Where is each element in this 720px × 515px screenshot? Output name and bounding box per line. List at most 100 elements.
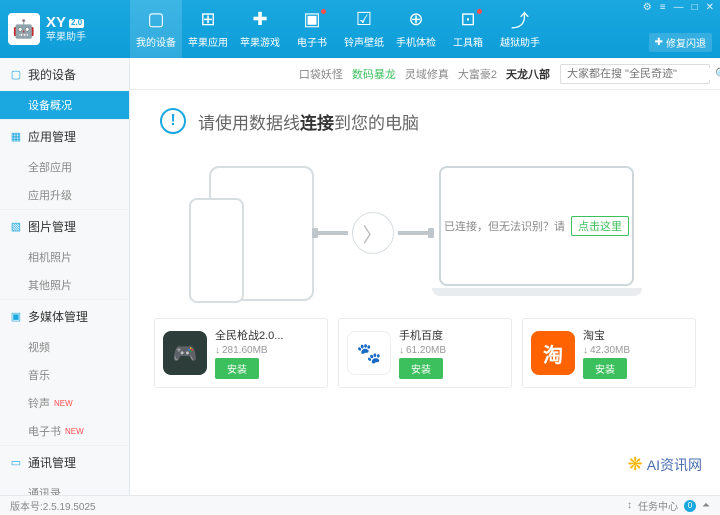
install-button[interactable]: 安装 — [399, 358, 443, 379]
nav-icon: ▢ — [147, 10, 164, 30]
cable-icon — [398, 231, 428, 235]
item-label: 音乐 — [28, 367, 50, 383]
install-button[interactable]: 安装 — [583, 358, 627, 379]
nav-tab-1[interactable]: ⊞苹果应用 — [182, 0, 234, 58]
prompt-text: 请使用数据线连接到您的电脑 — [198, 109, 419, 134]
disconnect-icon: 〉 — [352, 212, 394, 254]
item-label: 电子书 — [28, 423, 61, 439]
new-badge: NEW — [54, 399, 73, 408]
download-icon: ↓ — [583, 345, 588, 356]
logo-icon: 🤖 — [8, 13, 40, 45]
nav-icon: ☑ — [356, 10, 372, 30]
app-icon: 🐾 — [347, 331, 391, 375]
app-name: 手机百度 — [399, 327, 503, 343]
nav-tab-6[interactable]: ⊡ 工具箱 — [442, 0, 494, 58]
content: 口袋妖怪数码暴龙灵域修真大富豪2 天龙八部 🔍 ! 请使用数据线连接到您的电脑 〉 — [130, 58, 720, 495]
nav-icon: ✚ — [252, 10, 267, 30]
minimize-icon[interactable]: — — [674, 2, 684, 13]
repair-button[interactable]: ✚ 修复闪退 — [649, 33, 712, 52]
app-card: 🎮 全民枪战2.0... ↓281.60MB 安装 — [154, 318, 328, 388]
laptop-text: 已连接，但无法识别？请 — [444, 218, 565, 234]
item-label: 相机照片 — [28, 249, 72, 265]
sidebar-item[interactable]: 应用升级 — [0, 181, 129, 209]
search-icon[interactable]: 🔍 — [715, 67, 720, 81]
nav-tab-2[interactable]: ✚ 苹果游戏 — [234, 0, 286, 58]
item-label: 其他照片 — [28, 277, 72, 293]
nav-label: 苹果游戏 — [240, 34, 280, 49]
task-label[interactable]: 任务中心 — [638, 498, 678, 513]
new-badge: NEW — [65, 427, 84, 436]
info-icon: ! — [160, 108, 186, 134]
footer: 版本号:2.5.19.5025 ↕ 任务中心 0 ⏶ — [0, 495, 720, 515]
group-title: 通讯管理 — [28, 454, 76, 471]
app-card: 🐾 手机百度 ↓61.20MB 安装 — [338, 318, 512, 388]
nav-label: 我的设备 — [136, 34, 176, 49]
group-title: 我的设备 — [28, 66, 76, 83]
nav-icon: ⊡ — [460, 10, 475, 30]
laptop-screen: 已连接，但无法识别？请 点击这里 — [439, 166, 634, 286]
sidebar-head-2[interactable]: ▧图片管理 — [0, 210, 129, 243]
app-icon: 淘 — [531, 331, 575, 375]
tag-link[interactable]: 天龙八部 — [506, 66, 550, 82]
prompt: ! 请使用数据线连接到您的电脑 — [150, 102, 700, 148]
sidebar-item[interactable]: 音乐 — [0, 361, 129, 389]
sidebar-head-4[interactable]: ▭通讯管理 — [0, 446, 129, 479]
group-title: 多媒体管理 — [28, 308, 88, 325]
install-button[interactable]: 安装 — [215, 358, 259, 379]
expand-icon[interactable]: ⏶ — [702, 500, 710, 511]
app-name: 淘宝 — [583, 327, 687, 343]
sidebar-item[interactable]: 视频 — [0, 333, 129, 361]
apps-row: 🎮 全民枪战2.0... ↓281.60MB 安装 🐾 手机百度 ↓61.20M… — [150, 318, 700, 388]
nav-tab-3[interactable]: ▣电子书 — [286, 0, 338, 58]
brand-name: XY — [46, 15, 66, 32]
nav-tab-0[interactable]: ▢ 我的设备 — [130, 0, 182, 58]
tag-link[interactable]: 口袋妖怪 — [299, 66, 343, 82]
window-controls: ⚙ ≡ — □ ✕ — [643, 2, 714, 13]
laptop-base — [432, 288, 642, 296]
tags: 口袋妖怪数码暴龙灵域修真大富豪2 天龙八部 — [299, 66, 550, 82]
logo-text: XY2.0 苹果助手 — [46, 15, 86, 43]
nav-label: 越狱助手 — [500, 34, 540, 49]
settings-icon[interactable]: ⚙ — [643, 2, 652, 13]
nav-label: 苹果应用 — [188, 34, 228, 49]
task-icon[interactable]: ↕ — [627, 500, 632, 511]
sidebar-head-1[interactable]: ▦应用管理 — [0, 120, 129, 153]
tag-link[interactable]: 大富豪2 — [458, 66, 497, 82]
devices-illustration: 〉 已连接，但无法识别？请 点击这里 — [150, 148, 700, 318]
nav-tab-5[interactable]: ⊕手机体检 — [390, 0, 442, 58]
cable-icon — [318, 231, 348, 235]
maximize-icon[interactable]: □ — [692, 2, 698, 13]
menu-icon[interactable]: ≡ — [660, 2, 666, 13]
nav-tab-7[interactable]: ⤴越狱助手 — [494, 0, 546, 58]
nav-label: 铃声壁纸 — [344, 34, 384, 49]
download-icon: ↓ — [399, 345, 404, 356]
sidebar-item[interactable]: 全部应用 — [0, 153, 129, 181]
app-name: 全民枪战2.0... — [215, 327, 319, 343]
header: 🤖 XY2.0 苹果助手 ▢ 我的设备 ⊞苹果应用 ✚ 苹果游戏 ▣电子书 ☑ 铃声壁纸 ⊕手机… — [0, 0, 720, 58]
nav-tab-4[interactable]: ☑ 铃声壁纸 — [338, 0, 390, 58]
nav-label: 工具箱 — [453, 34, 483, 49]
sidebar-head-3[interactable]: ▣多媒体管理 — [0, 300, 129, 333]
close-icon[interactable]: ✕ — [706, 2, 714, 13]
item-label: 视频 — [28, 339, 50, 355]
group-icon: ▧ — [10, 221, 22, 233]
download-icon: ↓ — [215, 345, 220, 356]
phone-icon — [189, 198, 244, 303]
sidebar-item[interactable]: 铃声NEW — [0, 389, 129, 417]
sidebar-item[interactable]: 设备概况 — [0, 91, 129, 119]
nav-icon: ▣ — [303, 10, 320, 30]
nav-tabs: ▢ 我的设备 ⊞苹果应用 ✚ 苹果游戏 ▣电子书 ☑ 铃声壁纸 ⊕手机体检 ⊡ 工具箱 ⤴越狱助手 — [130, 0, 720, 58]
sidebar-item[interactable]: 其他照片 — [0, 271, 129, 299]
sidebar-item[interactable]: 相机照片 — [0, 243, 129, 271]
tag-link[interactable]: 数码暴龙 — [352, 66, 396, 82]
item-label: 全部应用 — [28, 159, 72, 175]
search-input[interactable] — [561, 68, 715, 80]
sidebar-head-0[interactable]: ▢我的设备 — [0, 58, 129, 91]
task-count: 0 — [684, 500, 696, 512]
sidebar-item[interactable]: 通讯录 — [0, 479, 129, 495]
click-here-link[interactable]: 点击这里 — [571, 216, 629, 236]
tag-link[interactable]: 灵域修真 — [405, 66, 449, 82]
sidebar-item[interactable]: 电子书 NEW — [0, 417, 129, 445]
group-title: 应用管理 — [28, 128, 76, 145]
item-label: 通讯录 — [28, 485, 61, 495]
